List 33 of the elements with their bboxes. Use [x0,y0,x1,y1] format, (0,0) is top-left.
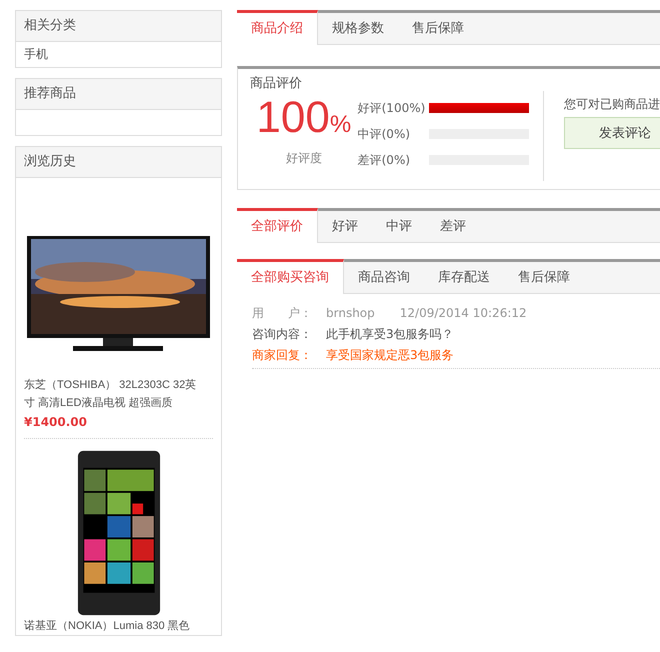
panel-title: 浏览历史 [16,147,221,178]
consult-time: 12/09/2014 10:26:12 [400,305,527,322]
tab[interactable]: 全部购买咨询 [237,259,344,294]
panel-title: 相关分类 [16,11,221,42]
tab[interactable]: 全部评价 [237,208,318,243]
score-label: 好评度 [286,150,322,167]
tab[interactable]: 库存配送 [424,262,504,293]
question-text: 此手机享受3包服务吗？ [326,326,454,343]
question-label: 咨询内容： [252,326,313,343]
rating-label: 中评(0%) [358,126,412,142]
panel-title: 商品评价 [249,75,303,93]
rating-label: 差评(0%) [358,152,412,168]
tab[interactable]: 售后保障 [398,13,478,44]
tab[interactable]: 好评 [318,211,372,242]
user-name: brnshop [326,305,375,322]
product-name[interactable]: 东芝（TOSHIBA） 32L2303C 32英寸 高清LED液晶电视 超强画质 [24,376,213,412]
rating-label: 好评(100%) [358,100,426,116]
tab[interactable]: 商品介绍 [237,10,318,45]
score: 100% [256,93,352,144]
tab[interactable]: 售后保障 [504,262,584,293]
tab[interactable]: 差评 [426,211,480,242]
category-link[interactable]: 手机 [24,44,213,65]
review-prompt: 您可对已购商品进 [564,96,660,113]
reply-text: 享受国家规定恶3包服务 [326,347,454,364]
user-label: 用 户： [252,305,313,322]
tab[interactable]: 规格参数 [318,13,398,44]
product-price: ¥1400.00 [24,412,213,439]
tab[interactable]: 商品咨询 [344,262,424,293]
product-name[interactable]: 诺基亚（NOKIA）Lumia 830 黑色 [24,617,213,635]
reply-label: 商家回复： [252,347,313,364]
write-review-button[interactable]: 发表评论 [564,117,660,149]
tab[interactable]: 中评 [372,211,426,242]
panel-title: 推荐商品 [16,79,221,110]
